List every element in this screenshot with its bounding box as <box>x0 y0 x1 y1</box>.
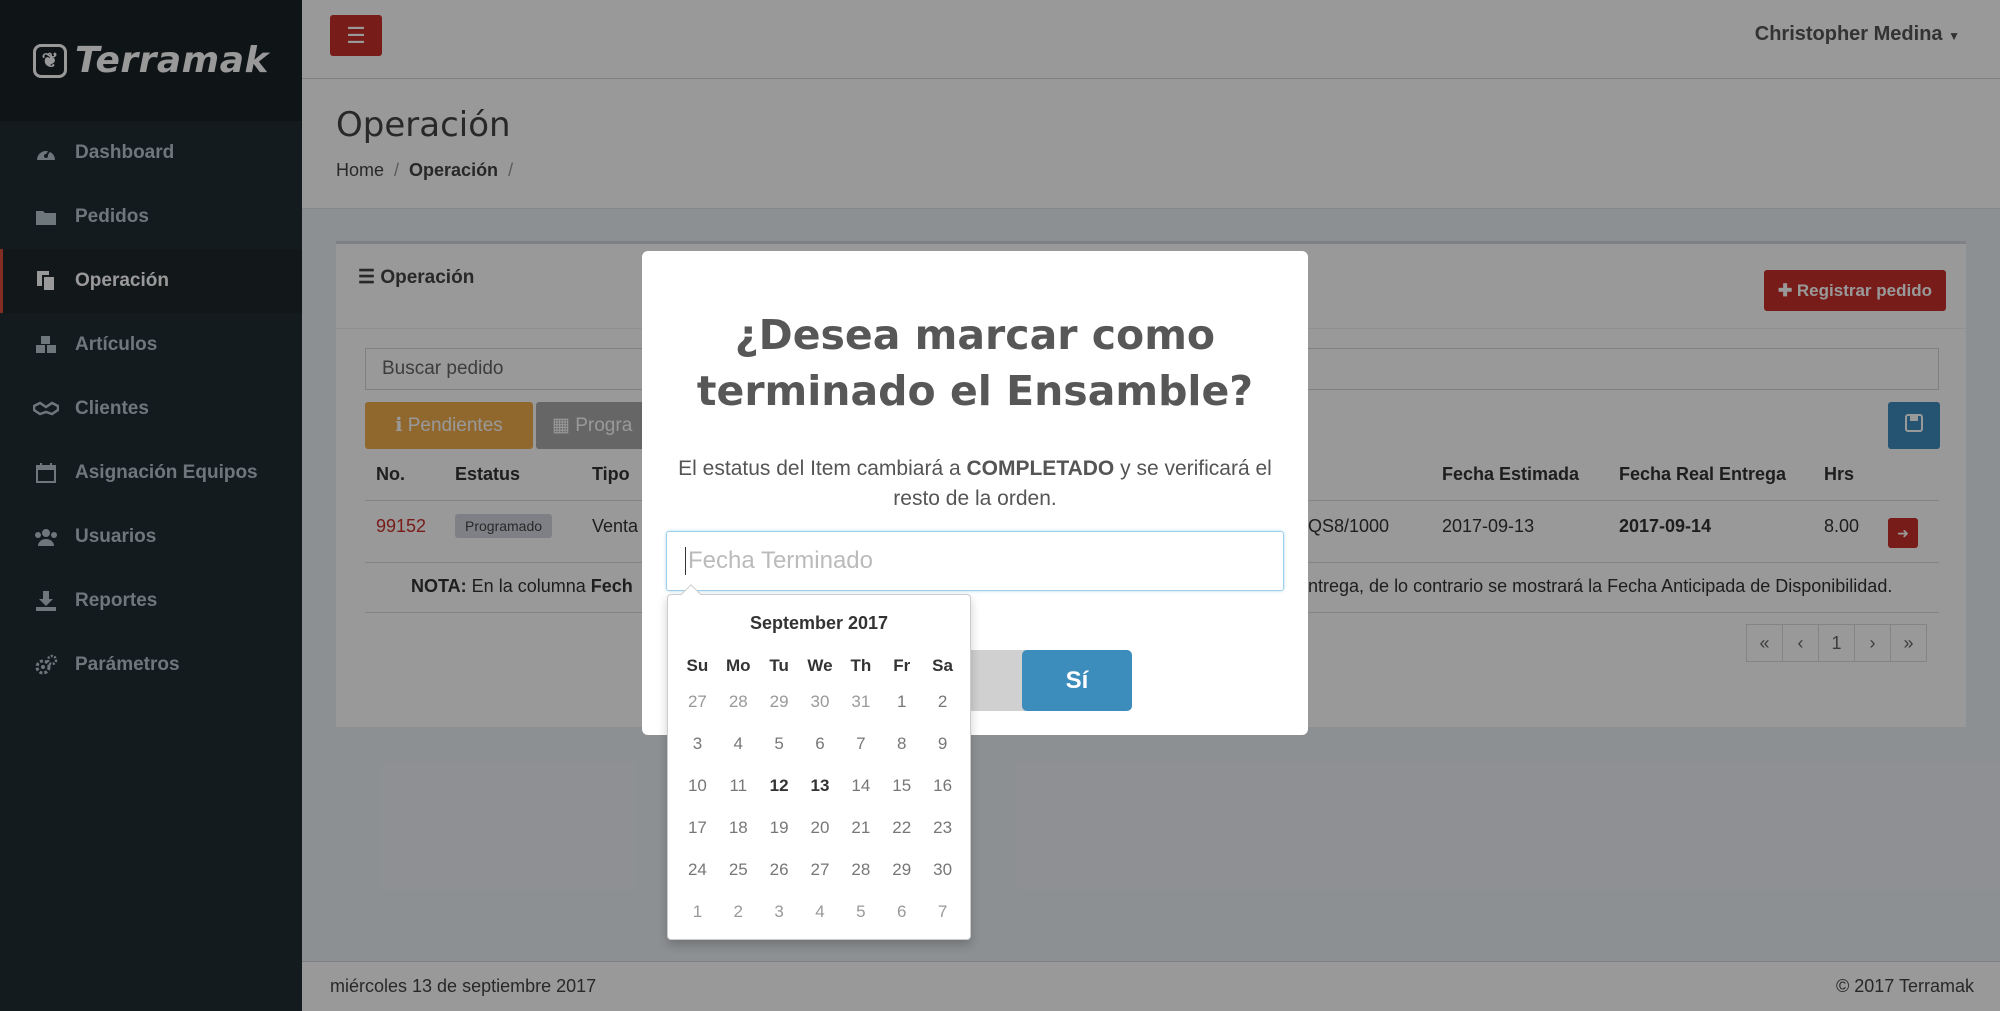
datepicker-weekday: We <box>807 656 833 675</box>
fecha-terminado-input[interactable]: Fecha Terminado <box>666 531 1284 591</box>
datepicker-day[interactable]: 19 <box>759 807 800 849</box>
datepicker-day[interactable]: 25 <box>718 849 759 891</box>
datepicker-day[interactable]: 13 <box>800 765 841 807</box>
datepicker-day[interactable]: 2 <box>922 681 963 723</box>
datepicker-day[interactable]: 10 <box>677 765 718 807</box>
datepicker-day[interactable]: 7 <box>922 891 963 933</box>
datepicker-day[interactable]: 28 <box>718 681 759 723</box>
datepicker-day[interactable]: 5 <box>759 723 800 765</box>
dialog-title: ¿Desea marcar como terminado el Ensamble… <box>642 307 1308 419</box>
datepicker-day[interactable]: 6 <box>881 891 922 933</box>
datepicker-day[interactable]: 4 <box>718 723 759 765</box>
datepicker-day[interactable]: 2 <box>718 891 759 933</box>
datepicker-day[interactable]: 27 <box>677 681 718 723</box>
datepicker-day[interactable]: 16 <box>922 765 963 807</box>
datepicker-day[interactable]: 4 <box>800 891 841 933</box>
datepicker-day[interactable]: 26 <box>759 849 800 891</box>
confirm-yes-button[interactable]: Sí <box>1022 650 1132 711</box>
datepicker-day[interactable]: 6 <box>800 723 841 765</box>
datepicker-day[interactable]: 8 <box>881 723 922 765</box>
datepicker-weekday: Th <box>850 656 872 675</box>
dialog-message-before: El estatus del Item cambiará a <box>678 457 961 480</box>
datepicker-day[interactable]: 21 <box>840 807 881 849</box>
dialog-title-line-1: ¿Desea marcar como <box>734 311 1216 359</box>
dialog-message-status: COMPLETADO <box>966 457 1115 480</box>
datepicker-weekday: Su <box>686 656 709 675</box>
datepicker-day[interactable]: 9 <box>922 723 963 765</box>
datepicker-day[interactable]: 31 <box>840 681 881 723</box>
datepicker-day[interactable]: 12 <box>759 765 800 807</box>
datepicker-day[interactable]: 29 <box>759 681 800 723</box>
datepicker-day[interactable]: 30 <box>922 849 963 891</box>
datepicker-weekday: Tu <box>769 656 789 675</box>
datepicker-popup: September 2017 Su Mo Tu We Th Fr Sa 27 28 29 30 31 1… <box>667 584 971 940</box>
datepicker-day[interactable]: 23 <box>922 807 963 849</box>
datepicker-day[interactable]: 30 <box>800 681 841 723</box>
datepicker-day[interactable]: 15 <box>881 765 922 807</box>
datepicker-day[interactable]: 1 <box>881 681 922 723</box>
datepicker-day[interactable]: 29 <box>881 849 922 891</box>
datepicker-weekday: Mo <box>726 656 751 675</box>
datepicker-day[interactable]: 11 <box>718 765 759 807</box>
datepicker-day[interactable]: 14 <box>840 765 881 807</box>
datepicker-day[interactable]: 3 <box>759 891 800 933</box>
datepicker-day[interactable]: 3 <box>677 723 718 765</box>
datepicker-grid: Su Mo Tu We Th Fr Sa 27 28 29 30 31 1 2 3 4 5 6 7 8 9 10 11 12 1… <box>677 651 963 933</box>
datepicker-day[interactable]: 20 <box>800 807 841 849</box>
datepicker-day[interactable]: 5 <box>840 891 881 933</box>
fecha-terminado-placeholder: Fecha Terminado <box>688 547 873 574</box>
datepicker-day[interactable]: 7 <box>840 723 881 765</box>
dialog-message: El estatus del Item cambiará a COMPLETAD… <box>662 454 1288 514</box>
datepicker-weekday: Fr <box>893 656 911 675</box>
datepicker-day[interactable]: 28 <box>840 849 881 891</box>
datepicker-day[interactable]: 22 <box>881 807 922 849</box>
datepicker-day[interactable]: 17 <box>677 807 718 849</box>
datepicker-day[interactable]: 24 <box>677 849 718 891</box>
datepicker-day[interactable]: 1 <box>677 891 718 933</box>
datepicker-month-switch[interactable]: September 2017 <box>668 613 970 634</box>
text-cursor <box>685 547 686 575</box>
dialog-title-line-2: terminado el Ensamble? <box>696 367 1254 415</box>
datepicker-day[interactable]: 18 <box>718 807 759 849</box>
datepicker-day[interactable]: 27 <box>800 849 841 891</box>
datepicker-weekday: Sa <box>932 656 953 675</box>
